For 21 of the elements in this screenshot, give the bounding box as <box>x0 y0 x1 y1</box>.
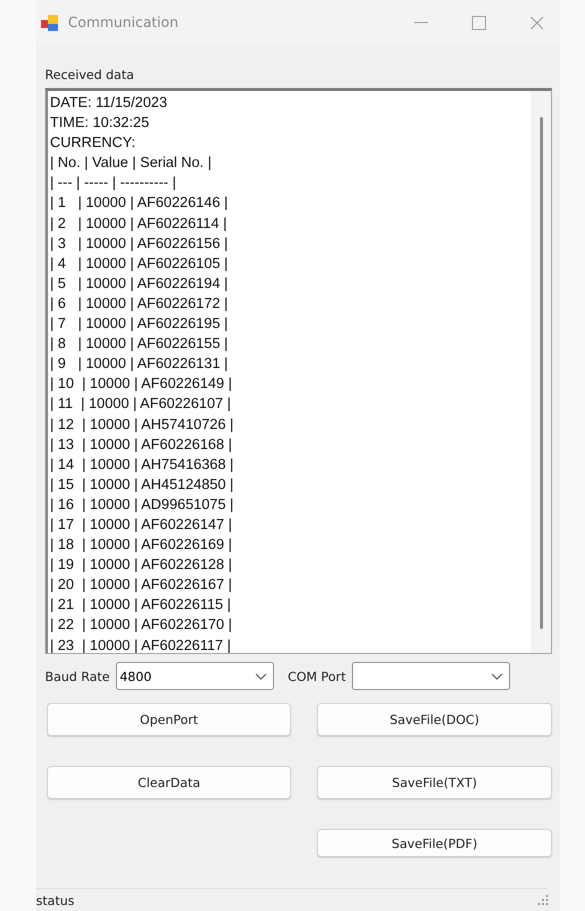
openport-button[interactable]: OpenPort <box>47 703 291 736</box>
scrollbar-thumb[interactable] <box>540 117 542 629</box>
window-title: Communication <box>68 14 180 30</box>
chevron-down-icon <box>254 672 267 680</box>
baud-rate-dropdown[interactable]: 4800 <box>116 662 274 690</box>
scrollbar[interactable] <box>531 91 551 653</box>
status-text: status <box>36 892 74 908</box>
savefile-doc-button[interactable]: SaveFile(DOC) <box>317 703 552 736</box>
chevron-down-icon <box>490 672 503 680</box>
app-icon <box>40 12 60 32</box>
close-icon <box>530 16 544 30</box>
received-data-label: Received data <box>45 67 136 82</box>
com-port-label: COM Port <box>288 668 346 684</box>
resize-grip-icon[interactable] <box>538 895 548 905</box>
minimize-icon <box>414 22 428 24</box>
savefile-pdf-button[interactable]: SaveFile(PDF) <box>317 829 552 857</box>
savefile-txt-button[interactable]: SaveFile(TXT) <box>317 766 552 799</box>
com-port-dropdown[interactable] <box>352 662 510 690</box>
baud-rate-label: Baud Rate <box>45 668 110 684</box>
cleardata-button[interactable]: ClearData <box>47 766 291 799</box>
maximize-icon <box>472 16 486 30</box>
